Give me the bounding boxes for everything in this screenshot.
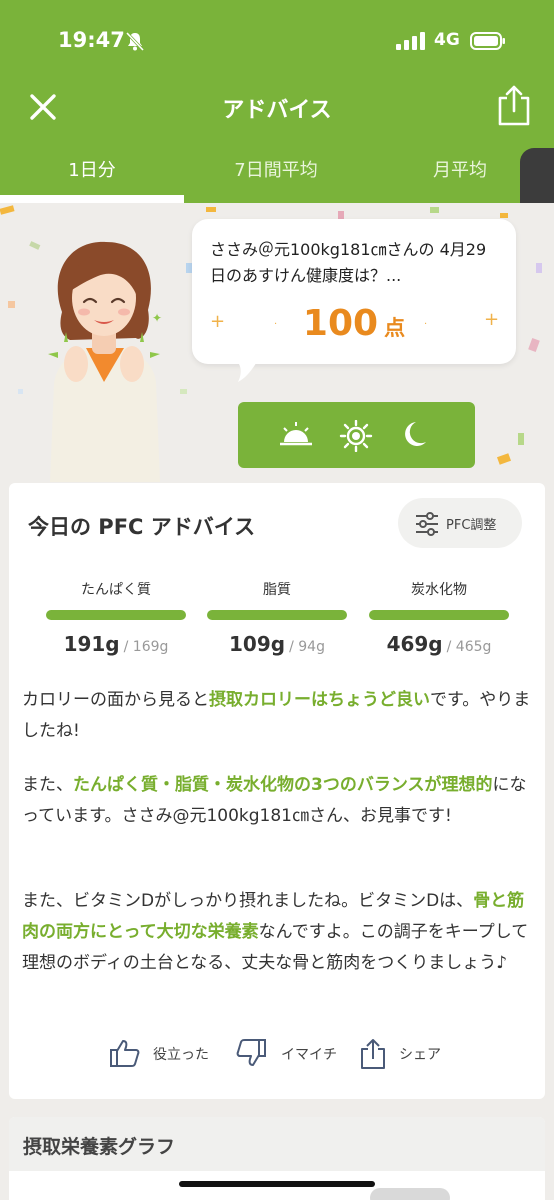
advice-highlight: 摂取カロリーはちょうど良い — [209, 690, 430, 710]
nutrient-target: / 169g — [123, 639, 169, 655]
nutrient-bar — [46, 610, 186, 620]
network-label: 4G — [434, 30, 460, 50]
feedback-actions: 役立った イマイチ シェア — [9, 1036, 545, 1070]
svg-text:✦: ✦ — [152, 311, 162, 325]
health-score-value: 100 — [302, 303, 379, 344]
morning-icon[interactable] — [278, 420, 314, 452]
bell-slash-icon — [125, 31, 145, 52]
nutrient-bar — [369, 610, 509, 620]
share-icon[interactable] — [496, 84, 532, 126]
nutrient-carbs: 炭水化物 469g/ 465g — [369, 579, 509, 656]
nutrient-name: たんぱく質 — [81, 582, 151, 598]
health-score: 100 点 — [192, 303, 516, 344]
advice-text: カロリーの面から見ると — [22, 690, 209, 710]
health-score-unit: 点 — [384, 316, 406, 340]
nutrient-fat: 脂質 109g/ 94g — [207, 579, 347, 656]
advice-text: また、 — [22, 775, 73, 795]
status-time: 19:47 — [58, 28, 125, 52]
nutrient-name: 炭水化物 — [411, 582, 467, 598]
nutrient-bar — [207, 610, 347, 620]
period-tabs: 1日分 7日間平均 月平均 — [0, 145, 554, 203]
active-tab-indicator — [0, 195, 184, 203]
tab-daily[interactable]: 1日分 — [0, 145, 184, 197]
nutrient-value: 469g — [386, 632, 443, 656]
night-icon[interactable] — [400, 420, 428, 454]
share-advice-button[interactable]: シェア — [359, 1036, 459, 1070]
floating-button[interactable] — [370, 1188, 450, 1200]
battery-icon — [470, 32, 505, 50]
nutrient-target: / 465g — [446, 639, 492, 655]
signal-icon — [396, 32, 425, 50]
advice-paragraph-balance: また、たんぱく質・脂質・炭水化物の3つのバランスが理想的になっています。ささみ@… — [22, 770, 534, 832]
home-indicator[interactable] — [179, 1181, 375, 1187]
nutrient-graph-title: 摂取栄養素グラフ — [23, 1136, 176, 1158]
nutrient-value: 109g — [229, 632, 286, 656]
speech-bubble-tail — [236, 360, 258, 382]
nutrient-graph-card: 摂取栄養素グラフ — [9, 1117, 545, 1200]
meal-time-buttons — [238, 402, 475, 468]
navbar: アドバイス — [0, 80, 554, 132]
share-label: シェア — [399, 1047, 441, 1063]
advice-title: 今日の PFC アドバイス — [28, 515, 256, 539]
not-good-label: イマイチ — [281, 1047, 337, 1063]
share-icon — [361, 1039, 385, 1069]
pfc-adjust-label: PFC調整 — [446, 518, 497, 533]
noon-icon[interactable] — [339, 419, 373, 456]
nutrient-target: / 94g — [289, 639, 325, 655]
nutrient-value: 191g — [63, 632, 120, 656]
advice-highlight: たんぱく質・脂質・炭水化物の3つのバランスが理想的 — [73, 775, 493, 795]
thumbs-up-icon — [110, 1040, 140, 1067]
pfc-adjust-button[interactable]: PFC調整 — [398, 498, 522, 548]
score-speech-bubble: ささみ＠元100kg181㎝さんの 4月29日のあすけん健康度は？... + ·… — [192, 219, 516, 364]
pfc-advice-card: 今日の PFC アドバイス PFC調整 たんぱく質 191g/ 169g 脂質 … — [9, 483, 545, 1099]
helpful-label: 役立った — [153, 1047, 209, 1063]
not-good-button[interactable]: イマイチ — [235, 1036, 345, 1070]
sliders-icon — [416, 512, 438, 536]
nutrient-protein: たんぱく質 191g/ 169g — [46, 579, 186, 656]
nutrient-name: 脂質 — [263, 582, 291, 598]
advice-text: また、ビタミンDがしっかり摂れましたね。ビタミンDは、 — [22, 891, 474, 911]
advice-paragraph-calorie: カロリーの面から見ると摂取カロリーはちょうど良いです。やりましたね! — [22, 685, 534, 747]
health-score-question: ささみ＠元100kg181㎝さんの 4月29日のあすけん健康度は？... — [210, 240, 487, 285]
helpful-button[interactable]: 役立った — [109, 1036, 221, 1070]
tab-7day-average[interactable]: 7日間平均 — [184, 145, 368, 197]
advice-paragraph-vitamin: また、ビタミンDがしっかり摂れましたね。ビタミンDは、骨と筋肉の両方にとって大切… — [22, 886, 534, 979]
page-title: アドバイス — [222, 98, 332, 123]
advisor-avatar: ✦ — [48, 241, 162, 482]
status-bar: 19:47 4G — [0, 26, 554, 58]
thumbs-down-icon — [236, 1039, 266, 1066]
header: 19:47 4G アドバイス 1日分 7日間平均 月平均 — [0, 0, 554, 203]
nutrient-graph-header[interactable]: 摂取栄養素グラフ — [9, 1117, 545, 1171]
